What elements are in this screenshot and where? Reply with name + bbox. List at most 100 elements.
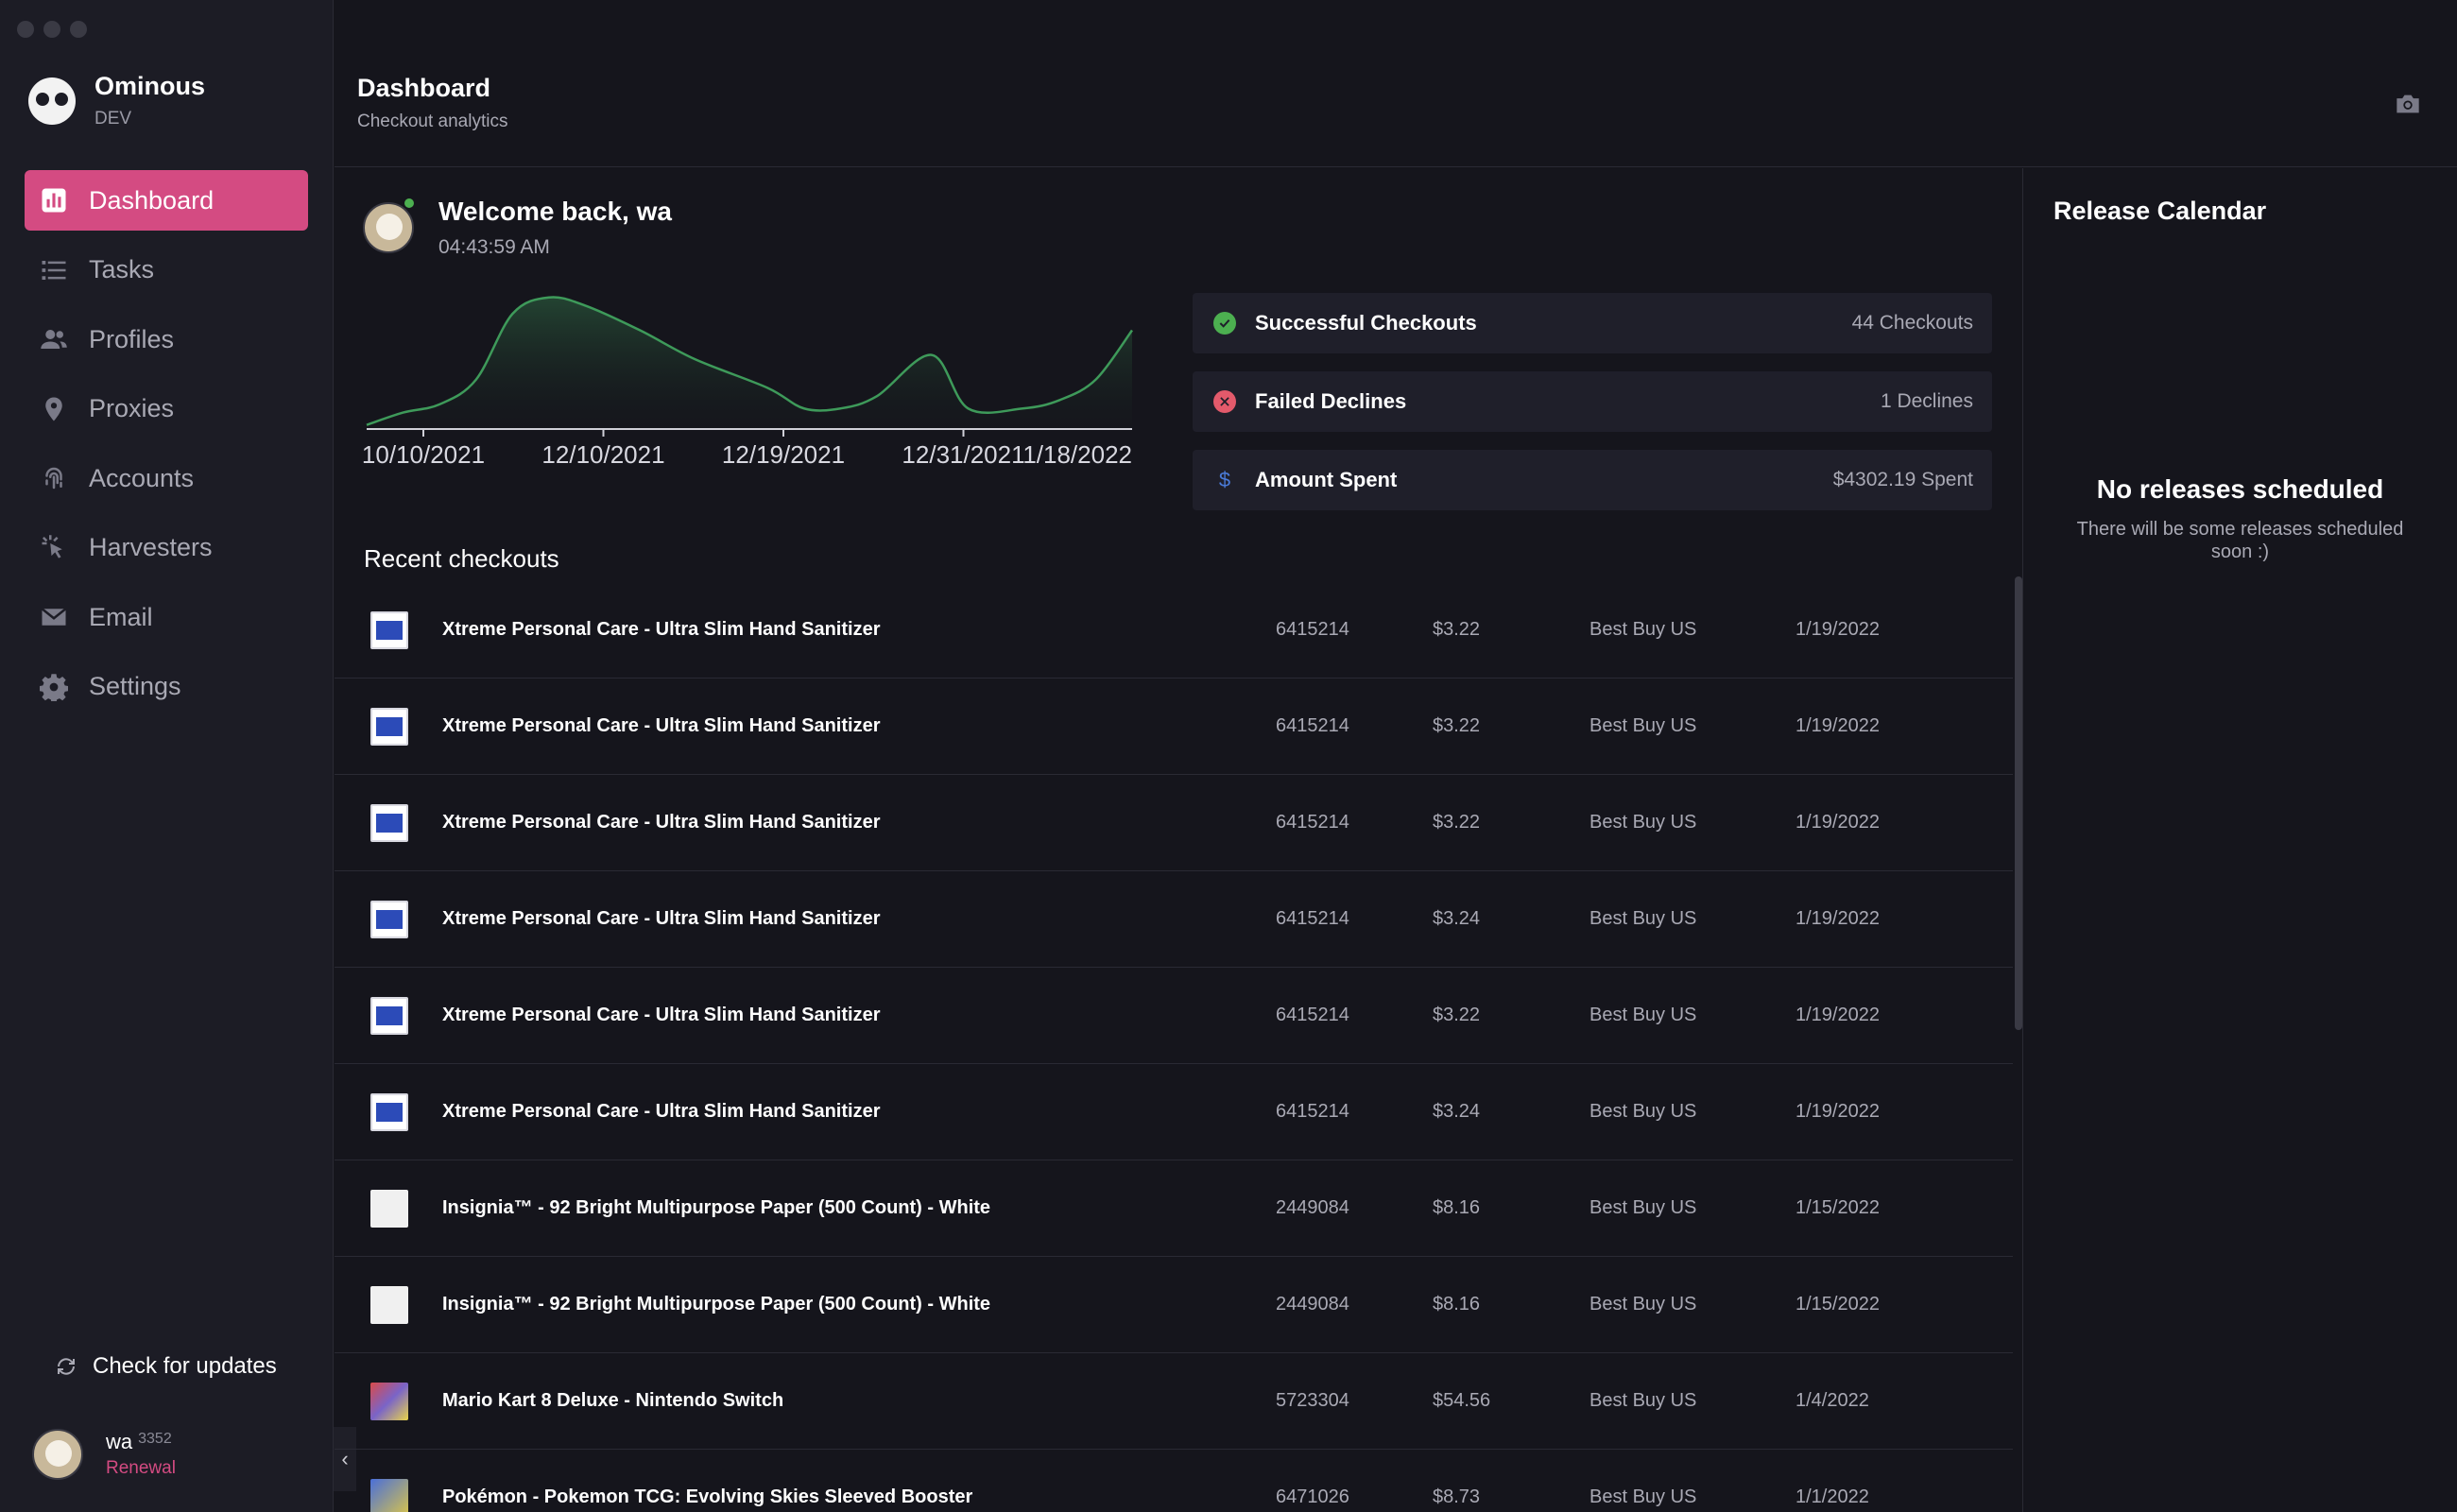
checkout-date: 1/19/2022 xyxy=(1796,1101,1880,1122)
stat-failed-declines: Failed Declines 1 Declines xyxy=(1193,371,1992,432)
checkout-date: 1/4/2022 xyxy=(1796,1390,1869,1411)
sidebar-item-label: Dashboard xyxy=(89,185,215,215)
table-row[interactable]: Xtreme Personal Care - Ultra Slim Hand S… xyxy=(335,679,2013,775)
x-tick-label: 12/31/2021 xyxy=(902,440,1024,469)
sidebar-item-email[interactable]: Email xyxy=(25,587,308,647)
stat-successful-checkouts: Successful Checkouts 44 Checkouts xyxy=(1193,293,1992,353)
list-icon xyxy=(40,256,68,284)
empty-state-text: There will be some releases scheduled so… xyxy=(2076,519,2404,562)
checkout-date: 1/19/2022 xyxy=(1796,715,1880,736)
avatar xyxy=(363,202,414,253)
table-row[interactable]: Mario Kart 8 Deluxe - Nintendo Switch 572… xyxy=(335,1353,2013,1450)
table-row[interactable]: Xtreme Personal Care - Ultra Slim Hand S… xyxy=(335,1064,2013,1160)
product-name: Insignia™ - 92 Bright Multipurpose Paper… xyxy=(442,1294,991,1314)
users-icon xyxy=(40,325,68,353)
product-thumbnail xyxy=(370,707,408,746)
sidebar: Ominous DEV Dashboard Tasks Profiles Pro… xyxy=(0,0,334,1512)
sidebar-item-label: Settings xyxy=(89,672,181,700)
product-name: Xtreme Personal Care - Ultra Slim Hand S… xyxy=(442,619,881,640)
product-name: Mario Kart 8 Deluxe - Nintendo Switch xyxy=(442,1390,784,1411)
sidebar-item-tasks[interactable]: Tasks xyxy=(25,240,308,301)
product-price: $8.16 xyxy=(1433,1294,1481,1314)
product-name: Xtreme Personal Care - Ultra Slim Hand S… xyxy=(442,1101,881,1122)
product-thumbnail xyxy=(370,610,408,649)
release-calendar-title: Release Calendar xyxy=(2053,197,2267,225)
user-name: wa xyxy=(106,1430,133,1453)
checkout-date: 1/19/2022 xyxy=(1796,908,1880,929)
maximize-window-button[interactable] xyxy=(70,21,87,38)
sidebar-item-dashboard[interactable]: Dashboard xyxy=(25,170,308,231)
checkout-date: 1/1/2022 xyxy=(1796,1486,1869,1507)
user-profile[interactable]: wa 3352 Renewal xyxy=(32,1429,176,1480)
x-circle-icon xyxy=(1213,390,1236,413)
welcome-title: Welcome back, wa xyxy=(438,197,672,226)
release-calendar-panel: Release Calendar No releases scheduled T… xyxy=(2022,168,2457,1512)
avatar xyxy=(32,1429,83,1480)
product-price: $3.22 xyxy=(1433,1005,1481,1025)
product-thumbnail xyxy=(370,1189,408,1228)
sidebar-item-settings[interactable]: Settings xyxy=(25,657,308,717)
table-row[interactable]: Xtreme Personal Care - Ultra Slim Hand S… xyxy=(335,968,2013,1064)
x-tick-label: 10/10/2021 xyxy=(362,440,485,469)
stats-panel: Successful Checkouts 44 Checkouts Failed… xyxy=(1193,293,1992,528)
table-row[interactable]: Xtreme Personal Care - Ultra Slim Hand S… xyxy=(335,775,2013,871)
product-sku: 6415214 xyxy=(1276,812,1349,833)
product-price: $8.73 xyxy=(1433,1486,1481,1507)
checkout-date: 1/19/2022 xyxy=(1796,1005,1880,1025)
product-sku: 6471026 xyxy=(1276,1486,1349,1507)
checkout-date: 1/15/2022 xyxy=(1796,1294,1880,1314)
stat-label: Amount Spent xyxy=(1255,468,1398,491)
recent-checkouts-title: Recent checkouts xyxy=(364,544,559,573)
stat-value: $4302.19 Spent xyxy=(1832,469,1973,490)
user-id: 3352 xyxy=(138,1430,172,1447)
cursor-click-icon xyxy=(40,534,68,562)
sidebar-item-profiles[interactable]: Profiles xyxy=(25,309,308,369)
location-pin-icon xyxy=(40,395,68,423)
page-header: Dashboard Checkout analytics xyxy=(335,0,2457,167)
checkout-date: 1/19/2022 xyxy=(1796,812,1880,833)
sidebar-item-harvesters[interactable]: Harvesters xyxy=(25,518,308,578)
product-store: Best Buy US xyxy=(1589,1197,1697,1218)
table-row[interactable]: Xtreme Personal Care - Ultra Slim Hand S… xyxy=(335,871,2013,968)
gear-icon xyxy=(40,673,68,701)
x-axis-ticks: 10/10/2021 12/10/2021 12/19/2021 12/31/2021… xyxy=(362,429,1132,469)
check-updates-button[interactable]: Check for updates xyxy=(55,1353,277,1380)
x-tick-label: 12/19/2021 xyxy=(722,440,845,469)
product-name: Pokémon - Pokemon TCG: Evolving Skies Sl… xyxy=(442,1486,973,1507)
table-row[interactable]: Xtreme Personal Care - Ultra Slim Hand S… xyxy=(335,582,2013,679)
product-sku: 6415214 xyxy=(1276,1005,1349,1025)
table-row[interactable]: Pokémon - Pokemon TCG: Evolving Skies Sl… xyxy=(335,1450,2013,1512)
dollar-icon: $ xyxy=(1218,468,1231,491)
product-store: Best Buy US xyxy=(1589,619,1697,640)
product-sku: 6415214 xyxy=(1276,715,1349,736)
product-store: Best Buy US xyxy=(1589,1294,1697,1314)
checkout-date: 1/15/2022 xyxy=(1796,1197,1880,1218)
minimize-window-button[interactable] xyxy=(43,21,60,38)
envelope-icon xyxy=(40,603,68,631)
page-title: Dashboard xyxy=(357,74,491,102)
check-updates-label: Check for updates xyxy=(93,1353,277,1379)
product-thumbnail xyxy=(370,1478,408,1512)
sidebar-item-label: Proxies xyxy=(89,394,175,422)
sidebar-item-accounts[interactable]: Accounts xyxy=(25,448,308,508)
product-store: Best Buy US xyxy=(1589,1486,1697,1507)
fingerprint-icon xyxy=(40,464,68,492)
x-tick-label: 12/10/2021 xyxy=(541,440,664,469)
window-controls xyxy=(17,21,87,38)
product-thumbnail xyxy=(370,803,408,842)
close-window-button[interactable] xyxy=(17,21,34,38)
checkout-date: 1/19/2022 xyxy=(1796,619,1880,640)
app-env: DEV xyxy=(94,109,132,129)
app-name: Ominous xyxy=(94,72,206,100)
recent-checkouts-table: Xtreme Personal Care - Ultra Slim Hand S… xyxy=(335,582,2013,1512)
product-store: Best Buy US xyxy=(1589,908,1697,929)
product-thumbnail xyxy=(370,1382,408,1420)
scrollbar[interactable] xyxy=(2015,576,2022,1030)
product-thumbnail xyxy=(370,1092,408,1131)
brand: Ominous DEV xyxy=(28,72,205,129)
sidebar-item-proxies[interactable]: Proxies xyxy=(25,379,308,439)
camera-icon[interactable] xyxy=(2395,93,2421,115)
table-row[interactable]: Insignia™ - 92 Bright Multipurpose Paper… xyxy=(335,1160,2013,1257)
table-row[interactable]: Insignia™ - 92 Bright Multipurpose Paper… xyxy=(335,1257,2013,1353)
product-sku: 2449084 xyxy=(1276,1197,1349,1218)
